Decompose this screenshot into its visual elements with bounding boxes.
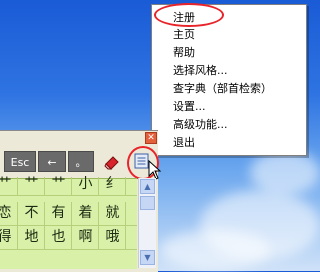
candidate-cell[interactable]: 纟 <box>100 177 126 195</box>
candidate-cell[interactable]: 艹 <box>46 177 72 195</box>
menu-item-exit[interactable]: 退出 <box>173 135 195 151</box>
context-menu: 注册 主页 帮助 选择风格... 查字典（部首检索） 设置... 高级功能...… <box>151 4 307 156</box>
candidate-cell[interactable]: 得 <box>0 226 18 249</box>
esc-button[interactable]: Esc <box>4 151 36 172</box>
grid-row: 艹 艹 艹 小 纟 <box>0 177 137 196</box>
candidate-cell[interactable]: 艹 <box>19 177 45 195</box>
candidate-cell[interactable]: 不 <box>19 202 45 225</box>
candidate-cell[interactable]: 啊 <box>73 226 99 249</box>
candidate-cell[interactable]: 艹 <box>0 177 18 195</box>
grid-row: 得 地 也 啊 哦 <box>0 226 137 250</box>
menu-item-settings[interactable]: 设置... <box>173 99 206 115</box>
menu-item-home[interactable]: 主页 <box>173 27 195 43</box>
menu-item-choose-style[interactable]: 选择风格... <box>173 63 228 79</box>
scroll-down-icon[interactable]: ▼ <box>140 250 155 265</box>
menu-item-dictionary[interactable]: 查字典（部首检索） <box>173 81 272 97</box>
candidate-cell[interactable]: 恋 <box>0 202 18 225</box>
scroll-thumb[interactable] <box>140 196 155 210</box>
candidate-cell[interactable]: 小 <box>73 177 99 195</box>
ime-toolbar: Esc ← 。 <box>0 148 158 175</box>
candidate-cell[interactable]: 有 <box>46 202 72 225</box>
cloud <box>160 230 270 270</box>
eraser-icon[interactable] <box>103 153 121 171</box>
scroll-up-icon[interactable]: ▲ <box>140 179 155 194</box>
candidate-grid: 艹 艹 艹 小 纟 恋 不 有 着 就 得 地 也 啊 哦 <box>0 177 137 269</box>
candidate-cell[interactable]: 着 <box>73 202 99 225</box>
grid-row: 恋 不 有 着 就 <box>0 202 137 226</box>
candidate-cell[interactable]: 地 <box>19 226 45 249</box>
menu-item-register[interactable]: 注册 <box>173 10 195 26</box>
close-icon[interactable]: ✕ <box>145 132 157 144</box>
mouse-pointer-icon <box>148 159 162 180</box>
cloud <box>250 150 320 195</box>
menu-item-advanced[interactable]: 高级功能... <box>173 117 228 133</box>
grid-scrollbar[interactable]: ▲ ▼ <box>138 178 156 268</box>
candidate-cell[interactable]: 就 <box>100 202 126 225</box>
candidate-cell[interactable]: 哦 <box>100 226 126 249</box>
candidate-cell[interactable]: 也 <box>46 226 72 249</box>
period-button[interactable]: 。 <box>68 151 94 172</box>
menu-item-help[interactable]: 帮助 <box>173 45 195 61</box>
backspace-button[interactable]: ← <box>38 151 66 172</box>
